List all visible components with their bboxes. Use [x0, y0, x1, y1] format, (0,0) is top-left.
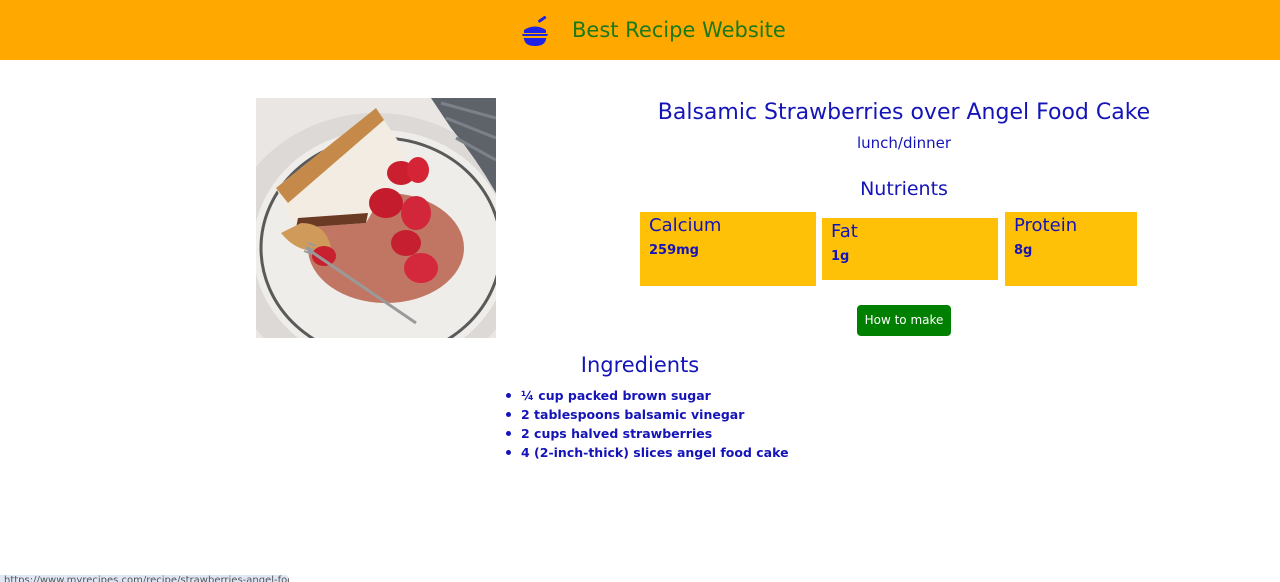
- nutrient-name: Protein: [1014, 215, 1078, 236]
- nutrient-card-fat: Fat 1g: [822, 218, 998, 280]
- status-bar-url: https://www.myrecipes.com/recipe/strawbe…: [0, 575, 289, 582]
- nutrients-heading: Nutrients: [860, 178, 948, 200]
- ingredient-item: ¼ cup packed brown sugar: [503, 386, 789, 405]
- ingredient-item: 2 tablespoons balsamic vinegar: [503, 405, 789, 424]
- recipe-category: lunch/dinner: [856, 134, 952, 152]
- ingredient-item: 4 (2-inch-thick) slices angel food cake: [503, 443, 789, 462]
- nutrient-value: 8g: [1014, 243, 1033, 258]
- nutrient-name: Fat: [831, 221, 858, 242]
- nutrient-name: Calcium: [649, 215, 722, 236]
- how-to-make-button[interactable]: How to make: [857, 305, 951, 336]
- recipe-image: [256, 98, 496, 338]
- ingredients-list: ¼ cup packed brown sugar 2 tablespoons b…: [503, 386, 789, 462]
- ingredient-item: 2 cups halved strawberries: [503, 424, 789, 443]
- recipe-title: Balsamic Strawberries over Angel Food Ca…: [657, 100, 1151, 125]
- ingredients-heading: Ingredients: [580, 353, 700, 377]
- nutrient-card-protein: Protein 8g: [1005, 212, 1137, 286]
- cooking-pot-icon[interactable]: [519, 16, 551, 48]
- site-header: Best Recipe Website: [0, 0, 1280, 60]
- site-title[interactable]: Best Recipe Website: [572, 17, 786, 43]
- nutrient-value: 1g: [831, 249, 850, 264]
- nutrient-card-calcium: Calcium 259mg: [640, 212, 816, 286]
- nutrient-value: 259mg: [649, 243, 699, 258]
